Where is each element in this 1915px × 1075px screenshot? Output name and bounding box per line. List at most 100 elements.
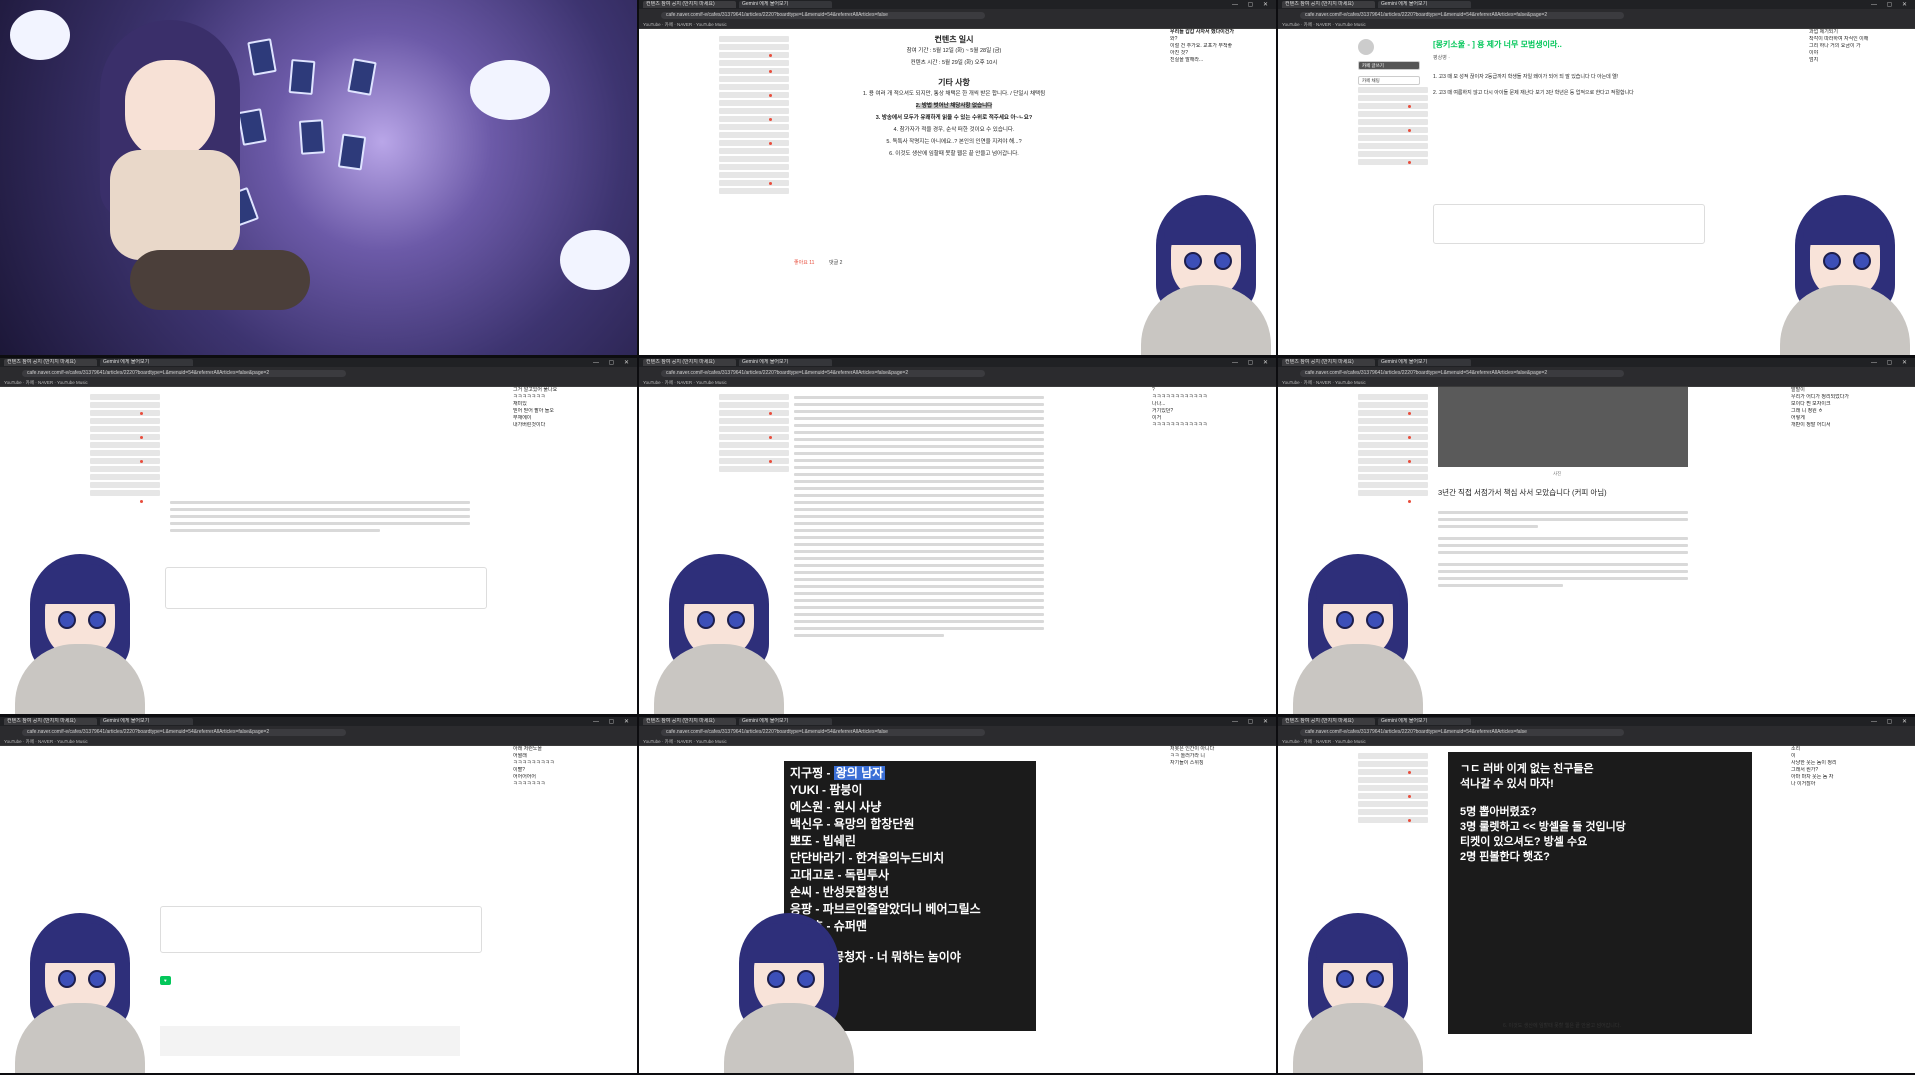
- tab-cafe[interactable]: 컨텐츠 참여 공지 (만지지 마세요): [4, 359, 97, 366]
- url-field[interactable]: cafe.naver.com/f-e/cafes/31379641/articl…: [1300, 369, 1624, 377]
- chat-line: 우리가 어디가 정리되었다가: [1791, 394, 1849, 400]
- post-body: [몽키소울 - ] 용 제가 너무 모범생이라.. 평상병 · 1. 고3 때 …: [1433, 39, 1723, 97]
- chat-line: 부재에이: [513, 415, 532, 421]
- chat-line: 어어어어어: [513, 774, 537, 780]
- tab-gemini[interactable]: Gemini 에게 물어보기: [100, 718, 193, 725]
- cafe-write-button[interactable]: 카페 글쓰기: [1358, 61, 1420, 70]
- tab-cafe[interactable]: 컨텐츠 참여 공지 (만지지 마세요): [643, 359, 736, 366]
- message-line: 티켓이 있으셔도? 방셀 수요: [1460, 836, 1588, 848]
- cafe-menu-sidebar[interactable]: [719, 34, 789, 355]
- url-field[interactable]: cafe.naver.com/f-e/cafes/31379641/articl…: [1300, 728, 1624, 736]
- bookmarks-bar[interactable]: YouTube · 카페 · NAVER · YouTube Music: [639, 738, 1276, 746]
- article-title: 컨텐츠 일시: [934, 35, 974, 44]
- chat-line: 그래 니 정원 ㅎ: [1791, 408, 1823, 414]
- chat-line: 어떻게: [1791, 415, 1805, 421]
- cafe-page: 카페 글쓰기 카페 채팅 [몽키소울 - ] 용 제가 너무 모범생이라.. 평…: [1278, 29, 1805, 355]
- chat-overlay: 소리 이 사냥한 웃는 놈이 정리 그래서 뭔가? 아마 마차 웃는 놈 자 나…: [1787, 746, 1915, 1073]
- chat-line: ㅋㅋㅋㅋㅋㅋㅋ: [513, 394, 546, 400]
- url-field[interactable]: cafe.naver.com/f-e/cafes/31379641/articl…: [22, 728, 346, 736]
- window-controls[interactable]: — ▢ ✕: [1232, 718, 1272, 725]
- bookmarks-bar[interactable]: YouTube · 카페 · NAVER · YouTube Music: [639, 21, 1276, 29]
- comment-box[interactable]: [1433, 204, 1705, 244]
- bookmarks-bar[interactable]: YouTube · 카페 · NAVER · YouTube Music: [0, 738, 637, 746]
- panel-long-post: 컨텐츠 참여 공지 (만지지 마세요) Gemini 에게 물어보기 — ▢ ✕…: [639, 358, 1276, 714]
- tab-bar: 컨텐츠 참여 공지 (만지지 마세요) Gemini 에게 물어보기 — ▢ ✕: [639, 717, 1276, 726]
- bookmarks-bar[interactable]: YouTube · 카페 · NAVER · YouTube Music: [639, 379, 1276, 387]
- url-field[interactable]: cafe.naver.com/f-e/cafes/31379641/articl…: [661, 369, 985, 377]
- chat-line: 내가버린것이다: [513, 422, 546, 428]
- address-bar[interactable]: cafe.naver.com/f-e/cafes/31379641/articl…: [639, 9, 1276, 21]
- address-bar[interactable]: cafe.naver.com/f-e/cafes/31379641/articl…: [1278, 9, 1915, 21]
- chat-overlay: ? ㅋㅋㅋㅋㅋㅋㅋㅋㅋㅋㅋㅋ 나나... 거기있던? 이거 ㅋㅋㅋㅋㅋㅋㅋㅋㅋㅋ…: [1148, 387, 1276, 714]
- panel-book-post: 컨텐츠 참여 공지 (만지지 마세요) Gemini 에게 물어보기 — ▢ ✕…: [1278, 358, 1915, 714]
- bookmarks-bar[interactable]: YouTube · 카페 · NAVER · YouTube Music: [1278, 738, 1915, 746]
- url-field[interactable]: cafe.naver.com/f-e/cafes/31379641/articl…: [1300, 11, 1624, 19]
- cafe-chat-button[interactable]: 카페 채팅: [1358, 76, 1420, 85]
- message-line: 2명 핀볼한다 햇죠?: [1460, 851, 1550, 863]
- tab-cafe[interactable]: 컨텐츠 참여 공지 (만지지 마세요): [1282, 359, 1375, 366]
- chat-line: 사냥한 웃는 놈이 정리: [1791, 760, 1837, 766]
- nickname-user: 백신우: [790, 817, 824, 831]
- address-bar[interactable]: cafe.naver.com/f-e/cafes/31379641/articl…: [0, 726, 637, 738]
- tab-cafe[interactable]: 컨텐츠 참여 공지 (만지지 마세요): [1282, 718, 1375, 725]
- address-bar[interactable]: cafe.naver.com/f-e/cafes/31379641/articl…: [1278, 367, 1915, 379]
- article-item: 6. 이것도 생산에 임할때 못할 웹은 끝 안을고 넘어갑니다.: [889, 151, 1019, 157]
- post-line: 2. 고3 때 여름하지 않고 다시 아이들 문제 재난다 보기 3단 학년은 …: [1433, 90, 1634, 96]
- chat-line: 아마 마차 웃는 놈 자: [1791, 774, 1834, 780]
- chat-line: ㅋㅋㅋㅋㅋㅋㅋ: [513, 781, 546, 787]
- tab-gemini[interactable]: Gemini 에게 물어보기: [739, 359, 832, 366]
- chat-line: 이럴 건 추가요. 교포가 무척좋: [1170, 43, 1233, 49]
- window-controls[interactable]: — ▢ ✕: [1871, 359, 1911, 366]
- tab-cafe[interactable]: 컨텐츠 참여 공지 (만지지 마세요): [643, 718, 736, 725]
- tab-cafe[interactable]: 컨텐츠 참여 공지 (만지지 마세요): [643, 1, 736, 8]
- url-field[interactable]: cafe.naver.com/f-e/cafes/31379641/articl…: [661, 728, 985, 736]
- chat-line: 발발이: [1791, 387, 1805, 393]
- window-controls[interactable]: — ▢ ✕: [1232, 359, 1272, 366]
- tab-cafe[interactable]: 컨텐츠 참여 공지 (만지지 마세요): [1282, 1, 1375, 8]
- address-bar[interactable]: cafe.naver.com/f-e/cafes/31379641/articl…: [639, 367, 1276, 379]
- address-bar[interactable]: cafe.naver.com/f-e/cafes/31379641/articl…: [639, 726, 1276, 738]
- tab-gemini[interactable]: Gemini 에게 물어보기: [1378, 1, 1471, 8]
- message-line: 석나갈 수 있서 마자!: [1460, 778, 1554, 790]
- tab-cafe[interactable]: 컨텐츠 참여 공지 (만지지 마세요): [4, 718, 97, 725]
- comment-box[interactable]: [160, 906, 482, 953]
- window-controls[interactable]: — ▢ ✕: [1871, 1, 1911, 8]
- bookmarks-bar[interactable]: YouTube · 카페 · NAVER · YouTube Music: [0, 379, 637, 387]
- tarot-card: [288, 59, 316, 95]
- like-button[interactable]: ♥: [160, 976, 171, 985]
- chat-line: 믿어 믿어 팔아 들오: [513, 408, 554, 414]
- like-count[interactable]: 좋아요 11: [794, 259, 814, 266]
- related-post[interactable]: [160, 1026, 460, 1056]
- chat-line: 이: [1791, 753, 1796, 759]
- comment-count[interactable]: 댓글 2: [829, 259, 842, 266]
- panel-cafe-notice: 컨텐츠 참여 공지 (만지지 마세요) Gemini 에게 물어보기 — ▢ ✕…: [639, 0, 1276, 355]
- nickname-row: 지구찡 - 왕의 남자: [790, 766, 886, 780]
- vtuber-avatar: [1136, 165, 1276, 355]
- window-controls[interactable]: — ▢ ✕: [593, 718, 633, 725]
- url-field[interactable]: cafe.naver.com/f-e/cafes/31379641/articl…: [22, 369, 346, 377]
- comment-box[interactable]: [165, 567, 487, 609]
- window-controls[interactable]: — ▢ ✕: [1871, 718, 1911, 725]
- bookmarks-bar[interactable]: YouTube · 카페 · NAVER · YouTube Music: [1278, 379, 1915, 387]
- chat-line: 과업 제기되기: [1809, 29, 1838, 35]
- article-line: 컨텐츠 시간 : 5월 29일 (화) 오후 10시: [910, 60, 998, 66]
- nickname-title: 원시 사냥: [833, 800, 882, 814]
- bookmarks-bar[interactable]: YouTube · 카페 · NAVER · YouTube Music: [1278, 21, 1915, 29]
- chat-line: 보이다 찐 모자이크: [1791, 401, 1831, 407]
- tab-gemini[interactable]: Gemini 에게 물어보기: [1378, 718, 1471, 725]
- chat-line: 그거 알고있어 풀나요: [513, 387, 558, 393]
- photo-caption: 사진: [1553, 471, 1562, 476]
- address-bar[interactable]: cafe.naver.com/f-e/cafes/31379641/articl…: [1278, 726, 1915, 738]
- address-bar[interactable]: cafe.naver.com/f-e/cafes/31379641/articl…: [0, 367, 637, 379]
- tab-gemini[interactable]: Gemini 에게 물어보기: [100, 359, 193, 366]
- window-controls[interactable]: — ▢ ✕: [593, 359, 633, 366]
- tab-bar: 컨텐츠 참여 공지 (만지지 마세요) Gemini 에게 물어보기 — ▢ ✕: [1278, 0, 1915, 9]
- tab-gemini[interactable]: Gemini 에게 물어보기: [739, 1, 832, 8]
- cafe-menu-sidebar[interactable]: 카페 글쓰기 카페 채팅: [1358, 39, 1428, 355]
- article-body: 컨텐츠 일시 참여 기간 : 5월 12일 (화) ~ 5월 28일 (금) 컨…: [799, 34, 1109, 160]
- vtuber-avatar: [649, 524, 789, 714]
- window-controls[interactable]: — ▢ ✕: [1232, 1, 1272, 8]
- tab-gemini[interactable]: Gemini 에게 물어보기: [1378, 359, 1471, 366]
- url-field[interactable]: cafe.naver.com/f-e/cafes/31379641/articl…: [661, 11, 985, 19]
- tab-gemini[interactable]: Gemini 에게 물어보기: [739, 718, 832, 725]
